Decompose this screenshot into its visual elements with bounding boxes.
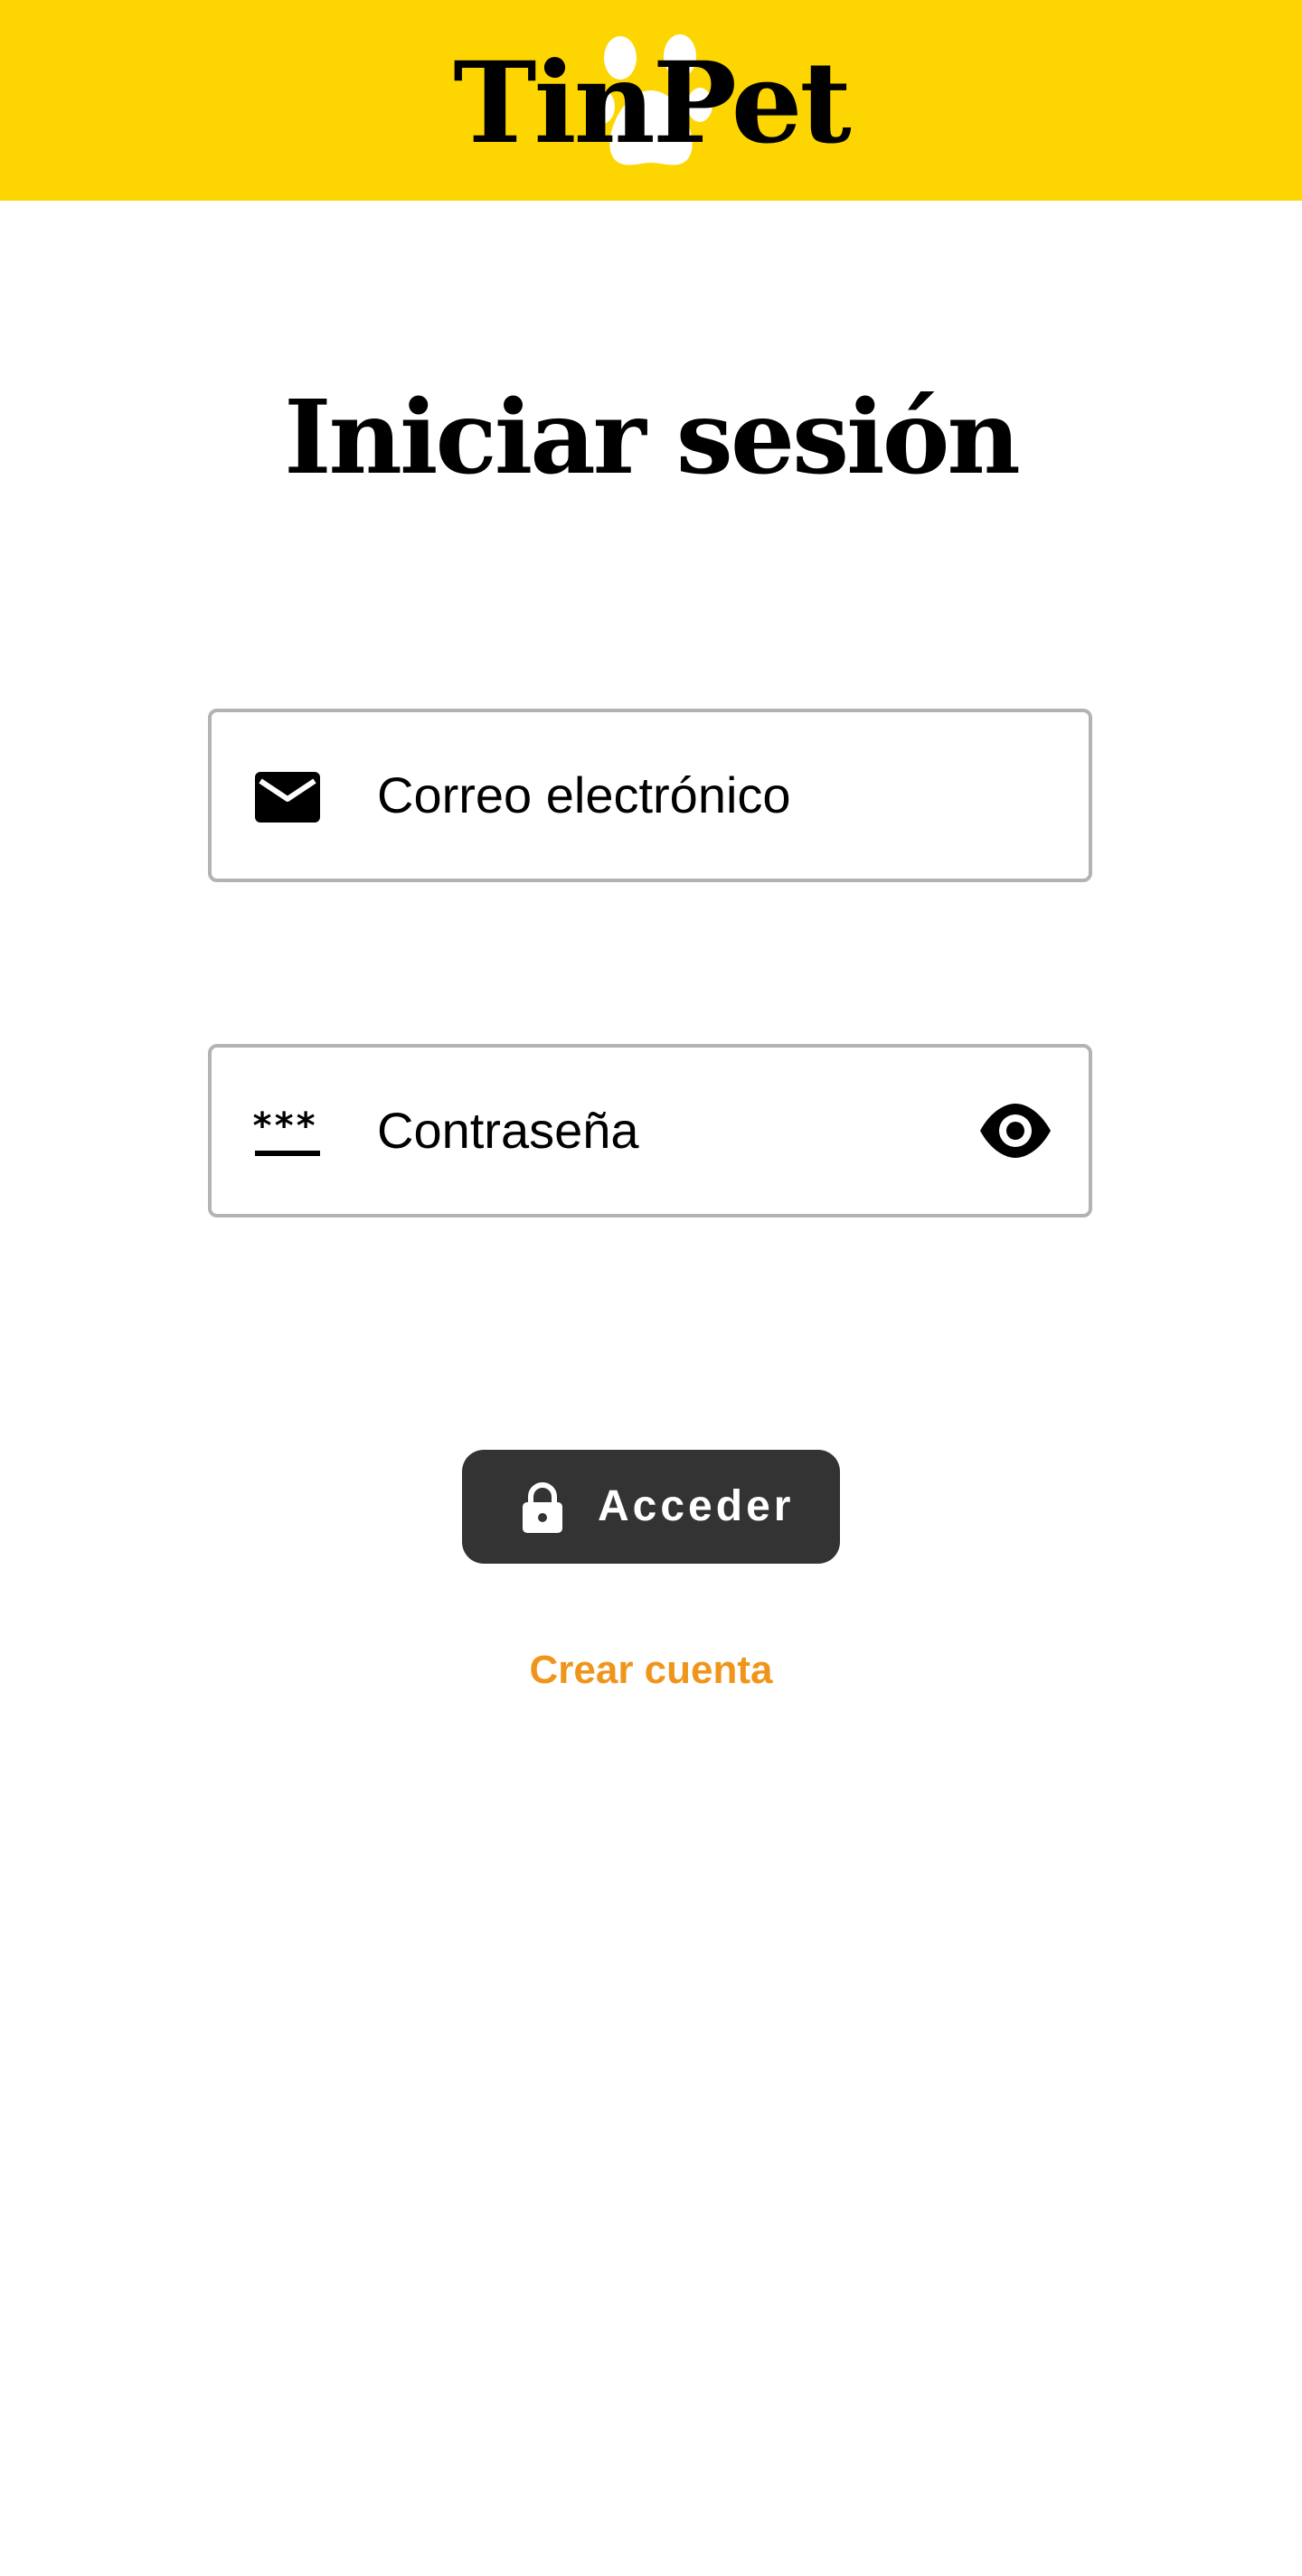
page-title: Iniciar sesión	[284, 379, 1021, 497]
mail-icon	[255, 772, 320, 823]
password-icon: ***	[251, 1105, 320, 1156]
login-button-label: Acceder	[598, 1482, 795, 1530]
app-header: TinPet	[0, 0, 1302, 201]
svg-text:***: ***	[251, 1105, 316, 1147]
app-logo-text: TinPet	[453, 38, 852, 169]
email-placeholder: Correo electrónico	[377, 766, 791, 823]
password-placeholder: Contraseña	[377, 1102, 639, 1159]
create-account-link[interactable]: Crear cuenta	[0, 1641, 1302, 1699]
password-field[interactable]: *** Contraseña	[208, 1044, 1092, 1217]
eye-icon[interactable]	[978, 1098, 1052, 1163]
login-button[interactable]: Acceder	[462, 1450, 840, 1564]
email-field[interactable]: Correo electrónico	[208, 709, 1092, 882]
lock-icon	[523, 1482, 562, 1533]
login-page: TinPet Iniciar sesión Correo electrónico…	[0, 0, 1302, 2576]
